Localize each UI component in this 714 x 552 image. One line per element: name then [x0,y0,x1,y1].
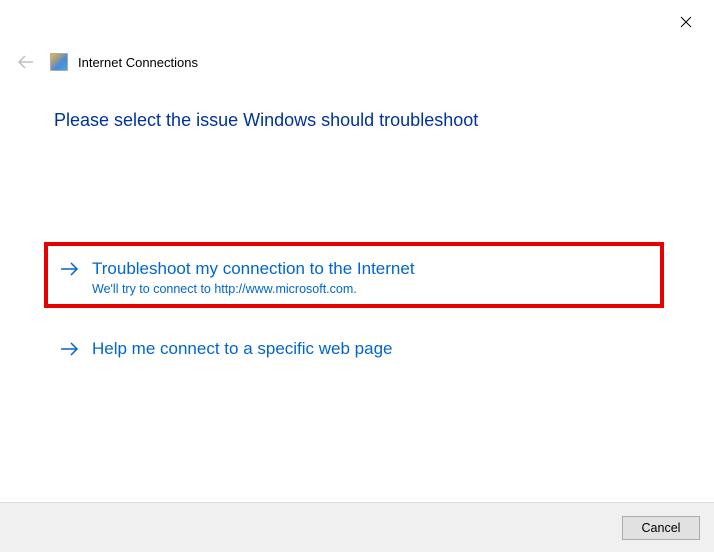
cancel-button[interactable]: Cancel [622,516,700,540]
option-specific-webpage[interactable]: Help me connect to a specific web page [60,338,393,361]
arrow-right-icon [60,262,80,281]
footer-bar: Cancel [0,502,714,552]
option-troubleshoot-internet[interactable]: Troubleshoot my connection to the Intern… [60,258,415,299]
option-subtitle: We'll try to connect to http://www.micro… [92,281,415,299]
wizard-title: Internet Connections [78,55,198,70]
option-text: Troubleshoot my connection to the Intern… [92,258,415,299]
option-title: Help me connect to a specific web page [92,338,393,360]
close-button[interactable] [676,12,696,32]
close-icon [680,16,692,28]
back-arrow-icon [17,55,35,69]
option-title: Troubleshoot my connection to the Intern… [92,258,415,280]
wizard-header: Internet Connections [16,52,198,72]
back-button[interactable] [16,52,36,72]
troubleshooter-icon [50,53,68,71]
arrow-right-icon [60,342,80,361]
page-heading: Please select the issue Windows should t… [54,110,478,131]
option-text: Help me connect to a specific web page [92,338,393,360]
